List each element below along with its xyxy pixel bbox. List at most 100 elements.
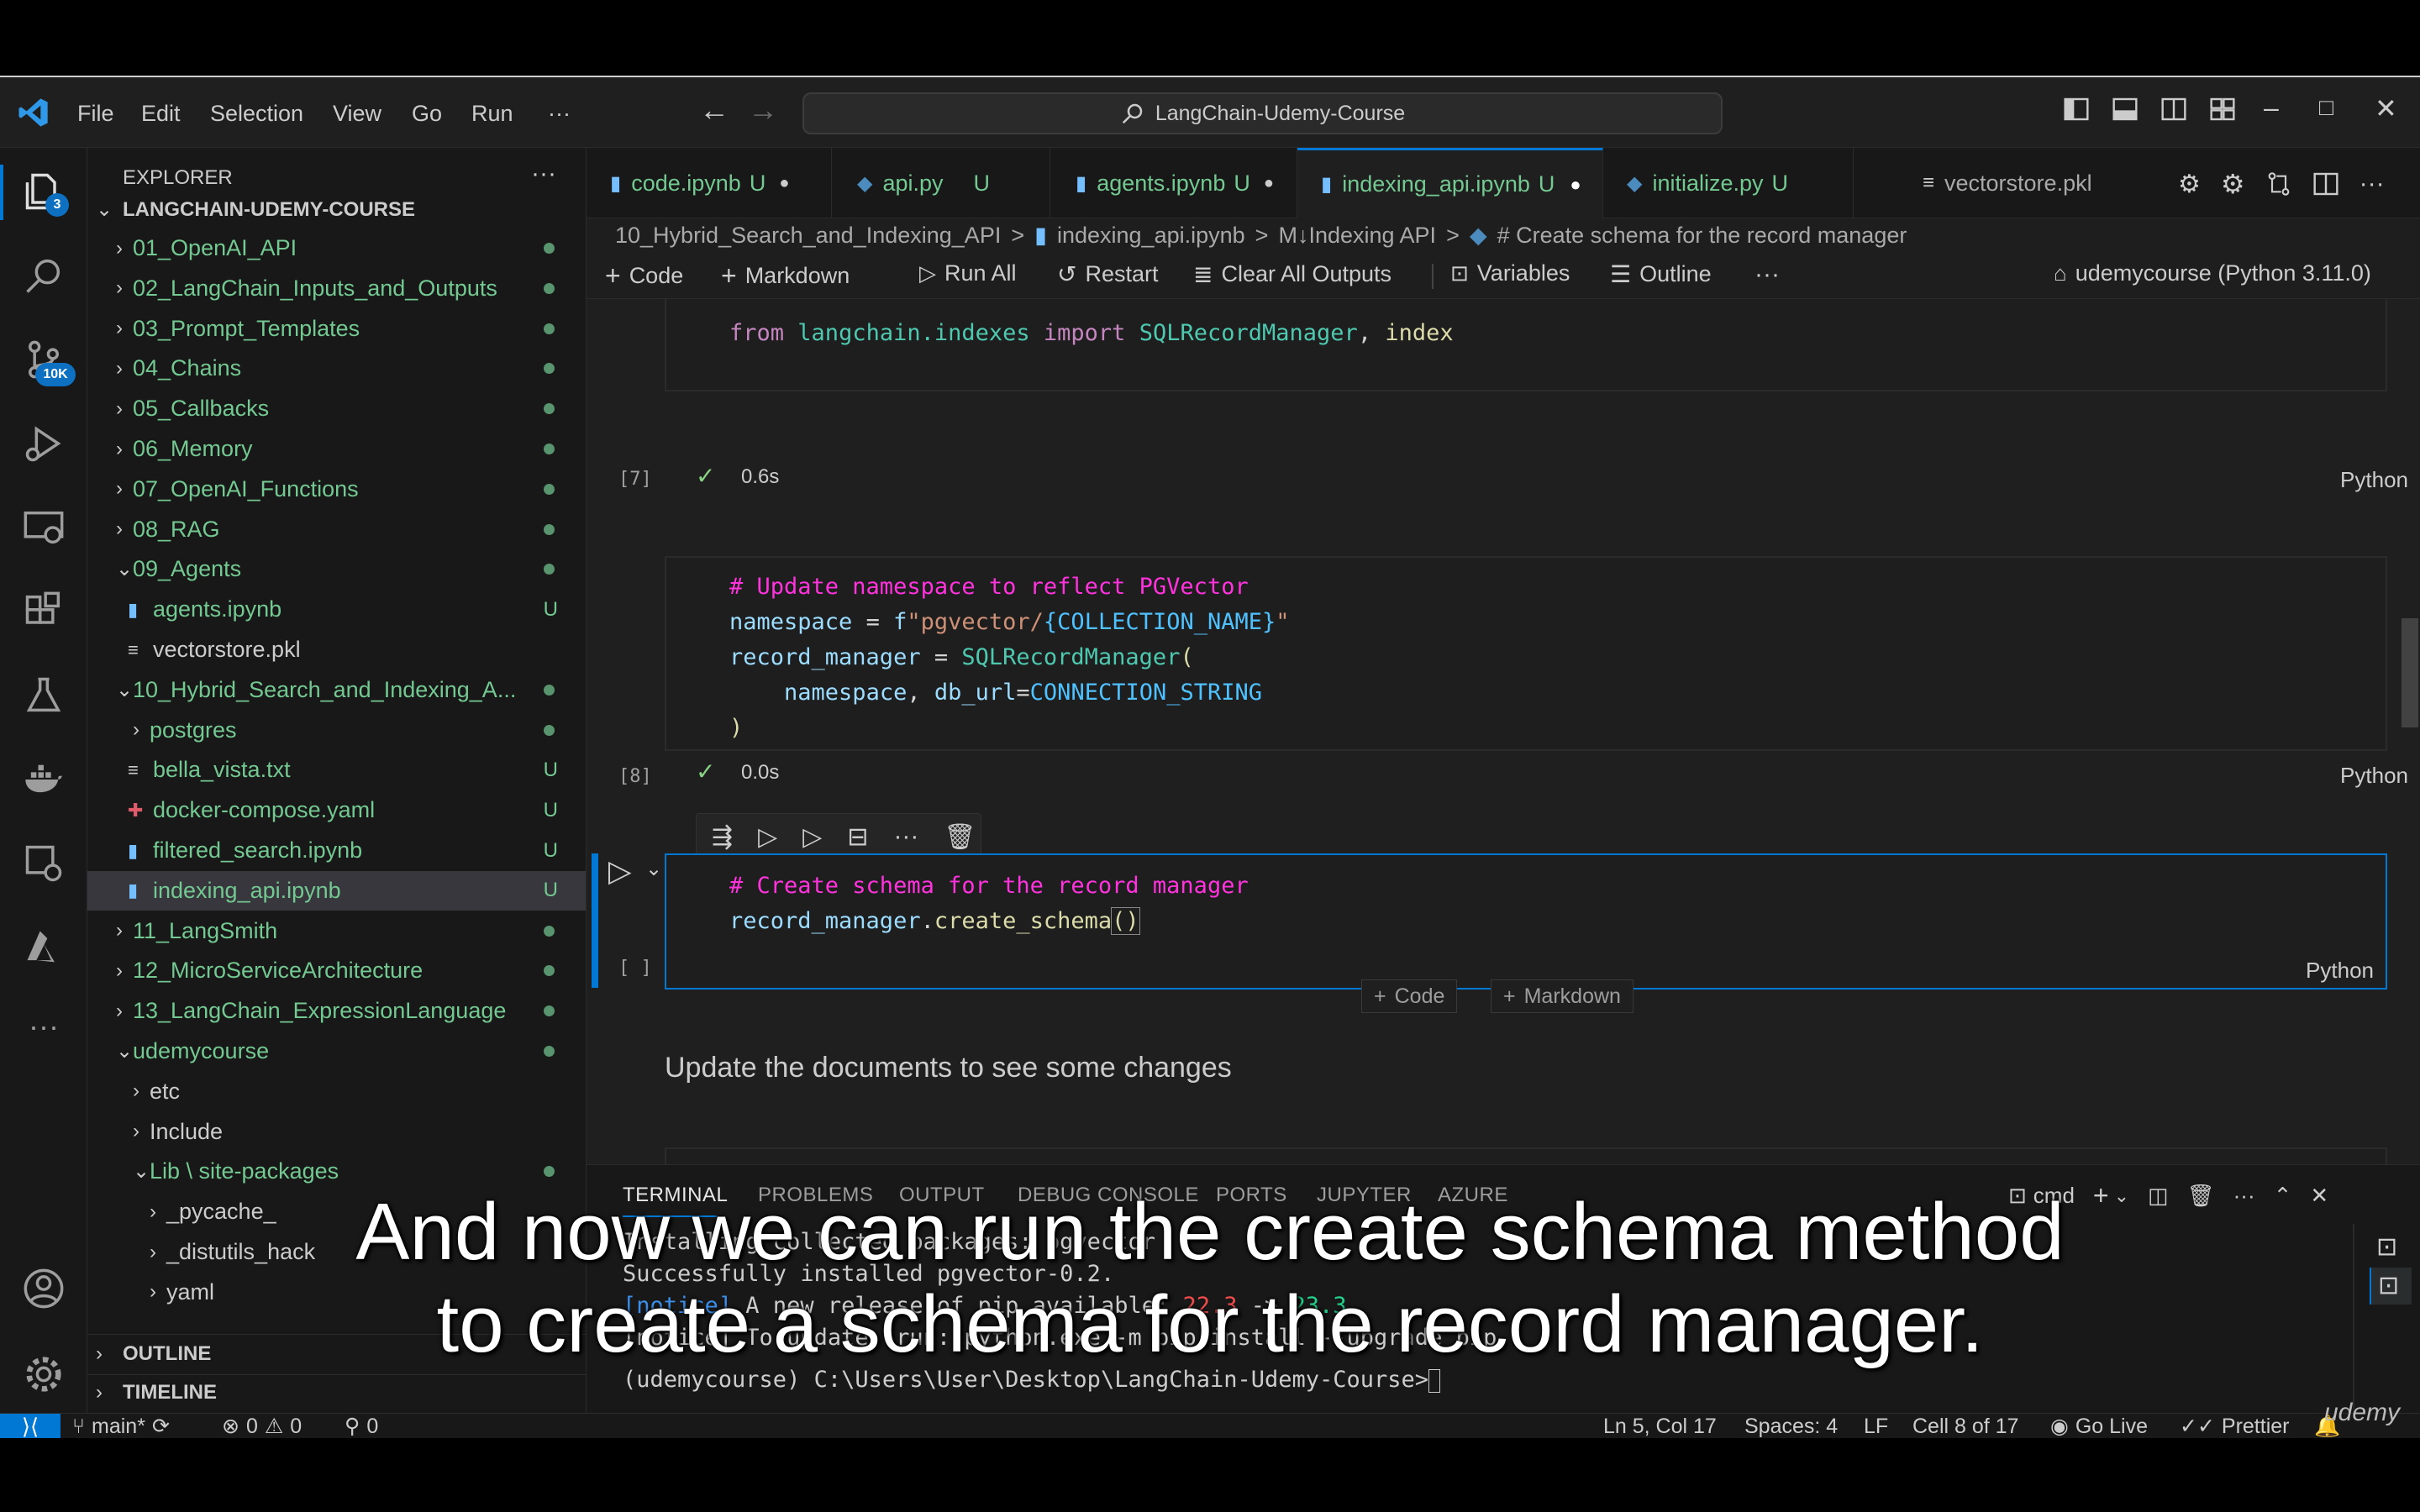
tree-folder[interactable]: ⌄ 10_Hybrid_Search_and_Indexing_A... — [87, 670, 586, 710]
tree-folder[interactable]: › 01_OpenAI_API — [87, 228, 586, 268]
tree-folder[interactable]: › etc — [87, 1072, 586, 1111]
problems-indicator[interactable]: ⊗ 0 ⚠ 0 — [222, 1414, 302, 1439]
breadcrumb-cell[interactable]: # Create schema for the record manager — [1497, 223, 1907, 249]
code-cell-current[interactable]: # Create schema for the record manager r… — [665, 853, 2387, 990]
git-branch[interactable]: ⑂ main* ⟳ — [72, 1414, 170, 1439]
minimize-icon[interactable]: – — [2264, 92, 2279, 123]
cell-indicator[interactable]: Cell 8 of 17 — [1912, 1414, 2018, 1438]
menu-selection[interactable]: Selection — [210, 101, 303, 127]
search-view-icon[interactable] — [18, 250, 69, 301]
insert-markdown-cell-button[interactable]: + Markdown — [1491, 979, 1634, 1013]
workspace-root[interactable]: ⌄ LANGCHAIN-UDEMY-COURSE — [87, 190, 586, 229]
restart-button[interactable]: ↺ Restart — [1057, 260, 1159, 288]
cell-language[interactable]: Python — [2340, 763, 2408, 789]
timeline-section[interactable]: › TIMELINE — [87, 1373, 586, 1412]
tree-folder[interactable]: › 12_MicroServiceArchitecture — [87, 951, 586, 990]
menu-file[interactable]: File — [77, 101, 114, 127]
end-of-line[interactable]: LF — [1864, 1414, 1888, 1438]
back-arrow-icon[interactable]: ← — [699, 92, 729, 128]
jupyter-settings-icon[interactable]: ⚙ — [2178, 170, 2201, 199]
customize-layout-icon[interactable] — [2209, 96, 2236, 123]
editor-more-icon[interactable]: ··· — [2360, 170, 2385, 198]
tree-file[interactable]: ≡ bella_vista.txt U — [87, 750, 586, 790]
execute-below-icon[interactable]: ▷ — [802, 822, 822, 852]
command-center-search[interactable]: LangChain-Udemy-Course — [802, 92, 1723, 134]
delete-cell-icon[interactable]: 🗑 — [944, 822, 976, 852]
menu-view[interactable]: View — [333, 101, 381, 127]
indentation[interactable]: Spaces: 4 — [1744, 1414, 1838, 1438]
remote-explorer-icon[interactable] — [18, 502, 69, 553]
explorer-more-icon[interactable]: ··· — [531, 160, 556, 188]
tree-folder[interactable]: › 04_Chains — [87, 349, 586, 388]
testing-flask-icon[interactable] — [18, 670, 69, 721]
tree-folder[interactable]: › 07_OpenAI_Functions — [87, 470, 586, 509]
breadcrumb-file[interactable]: indexing_api.ipynb — [1057, 223, 1245, 249]
jupyter-variables-icon[interactable] — [18, 838, 69, 889]
toggle-panel-icon[interactable] — [2112, 96, 2139, 123]
run-debug-icon[interactable] — [18, 418, 69, 469]
tree-folder[interactable]: › 11_LangSmith — [87, 911, 586, 951]
more-views-icon[interactable]: ··· — [18, 1001, 69, 1052]
remote-indicator[interactable]: ⟩⟨ — [0, 1414, 60, 1438]
tab-agents-ipynb[interactable]: ▮ agents.ipynb U ● — [1050, 148, 1297, 218]
menu-more[interactable]: ··· — [548, 101, 571, 127]
tab-initialize-py[interactable]: ◆ initialize.py U — [1603, 148, 1854, 218]
add-code-button[interactable]: + Code — [605, 260, 683, 291]
azure-icon[interactable] — [18, 922, 69, 973]
tree-folder[interactable]: › 13_LangChain_ExpressionLanguage — [87, 991, 586, 1031]
breadcrumb-section[interactable]: M↓Indexing API — [1278, 223, 1436, 249]
compare-changes-icon[interactable] — [2265, 171, 2292, 197]
docker-icon[interactable] — [18, 754, 69, 805]
cell-source[interactable]: # Update namespace to reflect PGVector n… — [729, 570, 1290, 746]
cell-more-icon[interactable]: ··· — [893, 822, 918, 851]
tree-file[interactable]: ✚ docker-compose.yaml U — [87, 790, 586, 830]
extensions-icon[interactable] — [18, 586, 69, 637]
tree-folder[interactable]: › Include — [87, 1112, 586, 1152]
tab-code-ipynb[interactable]: ▮ code.ipynb U ● — [587, 148, 832, 218]
split-cell-icon[interactable]: ⊟ — [847, 822, 868, 852]
settings-icon[interactable]: ⚙ — [2221, 168, 2245, 200]
menu-run[interactable]: Run — [471, 101, 513, 127]
split-editor-icon[interactable] — [2312, 171, 2339, 197]
toggle-primary-sidebar-icon[interactable] — [2063, 96, 2090, 123]
menu-go[interactable]: Go — [412, 101, 442, 127]
cell-source[interactable]: from langchain.indexes import SQLRecordM… — [729, 316, 1454, 351]
breadcrumb-folder[interactable]: 10_Hybrid_Search_and_Indexing_API — [615, 223, 1001, 249]
explorer-icon[interactable]: 3 — [18, 166, 69, 217]
tree-folder[interactable]: › 03_Prompt_Templates — [87, 309, 586, 349]
tree-file[interactable]: ▮ indexing_api.ipynb U — [87, 870, 586, 911]
execute-above-icon[interactable]: ▷ — [758, 822, 777, 852]
tree-folder[interactable]: › 02_LangChain_Inputs_and_Outputs — [87, 269, 586, 308]
cell-source[interactable]: # Create schema for the record manager r… — [729, 869, 1249, 939]
run-by-line-icon[interactable]: ⇶ — [712, 822, 733, 852]
tree-file[interactable]: ▮ filtered_search.ipynb U — [87, 831, 586, 870]
prettier-button[interactable]: ✓✓ Prettier — [2180, 1414, 2290, 1439]
go-live-button[interactable]: ◉ Go Live — [2050, 1414, 2148, 1439]
toggle-secondary-sidebar-icon[interactable] — [2160, 96, 2187, 123]
tree-file[interactable]: ≡ vectorstore.pkl — [87, 630, 586, 669]
cell-language[interactable]: Python — [2306, 958, 2374, 984]
tree-folder[interactable]: › 06_Memory — [87, 429, 586, 469]
ports-indicator[interactable]: ⚲ 0 — [345, 1414, 378, 1439]
tree-folder[interactable]: › 08_RAG — [87, 510, 586, 549]
tree-folder[interactable]: ⌄ 09_Agents — [87, 549, 586, 589]
kernel-picker[interactable]: ⌂ udemycourse (Python 3.11.0) — [2054, 260, 2371, 286]
run-options-chevron-icon[interactable]: ⌄ — [645, 857, 662, 881]
run-all-button[interactable]: ▷ Run All — [919, 260, 1017, 286]
tree-file[interactable]: ▮ agents.ipynb U — [87, 590, 586, 629]
code-cell-8[interactable]: # Update namespace to reflect PGVector n… — [665, 556, 2387, 751]
clear-outputs-button[interactable]: ≣ Clear All Outputs — [1193, 260, 1392, 288]
tree-folder[interactable]: › 05_Callbacks — [87, 389, 586, 428]
source-control-icon[interactable]: 10K — [18, 334, 76, 386]
tree-folder[interactable]: ⌄ udemycourse — [87, 1032, 586, 1071]
maximize-icon[interactable]: □ — [2319, 94, 2333, 121]
forward-arrow-icon[interactable]: → — [748, 92, 778, 128]
toolbar-more[interactable]: ··· — [1754, 260, 1780, 289]
tab-api-py[interactable]: ◆ api.py U — [832, 148, 1050, 218]
add-markdown-button[interactable]: + Markdown — [721, 260, 850, 291]
variables-button[interactable]: ⊡ Variables — [1450, 260, 1570, 286]
tab-indexing-api-ipynb[interactable]: ▮ indexing_api.ipynb U ● — [1297, 148, 1603, 218]
notebook-scrollbar[interactable] — [2402, 618, 2418, 727]
outline-button[interactable]: ☰ Outline — [1610, 260, 1712, 288]
insert-code-cell-button[interactable]: + Code — [1361, 979, 1458, 1013]
